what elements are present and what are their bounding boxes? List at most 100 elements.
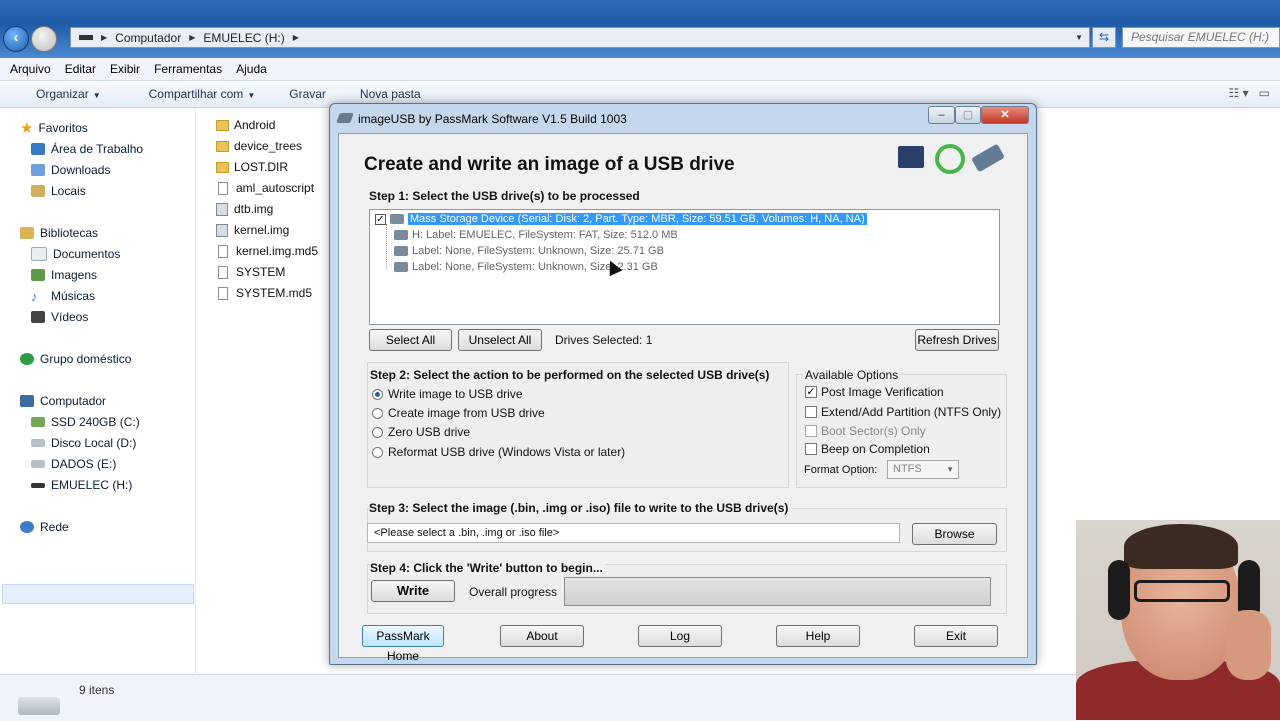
- nav-images[interactable]: Imagens: [31, 266, 97, 284]
- radio-button[interactable]: [372, 426, 383, 438]
- nav-downloads[interactable]: Downloads: [31, 161, 110, 179]
- item-count: 9 itens: [79, 683, 115, 697]
- forward-button[interactable]: [31, 26, 57, 52]
- new-folder-button[interactable]: Nova pasta: [360, 87, 421, 101]
- file-item[interactable]: LOST.DIR: [216, 158, 288, 176]
- checkbox-label: Boot Sector(s) Only: [821, 424, 926, 438]
- checkbox[interactable]: [805, 425, 817, 437]
- menu-exibir[interactable]: Exibir: [110, 62, 140, 76]
- nav-drive-h[interactable]: EMUELEC (H:): [31, 476, 132, 494]
- images-icon: [31, 269, 45, 281]
- folder-icon: [216, 140, 229, 152]
- tree-child-row[interactable]: Label: None, FileSystem: Unknown, Size: …: [394, 245, 664, 257]
- menu-arquivo[interactable]: Arquivo: [10, 62, 51, 76]
- help-button[interactable]: Help: [776, 625, 860, 647]
- computer-icon: [898, 146, 924, 168]
- partition-icon: [394, 230, 408, 240]
- nav-label: DADOS (E:): [51, 457, 117, 471]
- action-reformat-radio[interactable]: Reformat USB drive (Windows Vista or lat…: [372, 445, 625, 459]
- nav-videos[interactable]: Vídeos: [31, 308, 88, 326]
- share-button[interactable]: Compartilhar com ▼: [131, 87, 256, 101]
- action-write-radio[interactable]: Write image to USB drive: [372, 387, 523, 401]
- drive-checkbox[interactable]: ✓: [375, 213, 386, 225]
- breadcrumb-computer[interactable]: Computador: [115, 31, 181, 45]
- nav-network[interactable]: Rede: [20, 518, 69, 536]
- close-button[interactable]: ✕: [981, 106, 1029, 124]
- organize-button[interactable]: Organizar ▼: [18, 87, 101, 101]
- nav-places[interactable]: Locais: [31, 182, 86, 200]
- menu-editar[interactable]: Editar: [65, 62, 96, 76]
- nav-desktop[interactable]: Área de Trabalho: [31, 140, 143, 158]
- address-bar[interactable]: ▶ Computador ▶ EMUELEC (H:) ▶ ▼: [70, 27, 1090, 48]
- nav-documents[interactable]: Documentos: [31, 245, 120, 263]
- log-button[interactable]: Log: [638, 625, 722, 647]
- checkbox[interactable]: [805, 406, 817, 418]
- nav-computer[interactable]: Computador: [20, 392, 106, 410]
- minimize-button[interactable]: ‒: [928, 106, 955, 124]
- burn-button[interactable]: Gravar: [289, 87, 326, 101]
- nav-favorites[interactable]: ★ Favoritos: [20, 119, 88, 137]
- refresh-drives-button[interactable]: Refresh Drives: [915, 329, 999, 351]
- radio-button[interactable]: [372, 446, 383, 458]
- nav-libraries[interactable]: Bibliotecas: [20, 224, 98, 242]
- nav-music[interactable]: ♪ Músicas: [31, 287, 95, 305]
- about-button[interactable]: About: [500, 625, 584, 647]
- image-file-input[interactable]: <Please select a .bin, .img or .iso file…: [367, 523, 900, 543]
- computer-icon: [20, 395, 34, 407]
- exit-button[interactable]: Exit: [914, 625, 998, 647]
- format-option-select[interactable]: NTFS ▼: [887, 460, 959, 479]
- libraries-icon: [20, 227, 34, 239]
- nav-drive-c[interactable]: SSD 240GB (C:): [31, 413, 140, 431]
- breadcrumb-emuelec[interactable]: EMUELEC (H:): [203, 31, 284, 45]
- file-item[interactable]: Android: [216, 116, 275, 134]
- file-item[interactable]: SYSTEM: [216, 263, 285, 281]
- back-button[interactable]: ‹: [3, 26, 29, 52]
- usb-drive-icon: [971, 143, 1005, 173]
- post-verify-checkbox[interactable]: ✓ Post Image Verification: [805, 385, 944, 399]
- file-item[interactable]: aml_autoscript: [216, 179, 314, 197]
- file-item[interactable]: SYSTEM.md5: [216, 284, 312, 302]
- unselect-all-button[interactable]: Unselect All: [458, 329, 542, 351]
- radio-button[interactable]: [372, 388, 383, 400]
- radio-label: Zero USB drive: [388, 425, 471, 439]
- menu-ajuda[interactable]: Ajuda: [236, 62, 267, 76]
- folder-icon: [216, 119, 229, 131]
- file-item[interactable]: dtb.img: [216, 200, 273, 218]
- tree-child-row[interactable]: H: Label: EMUELEC, FileSystem: FAT, Size…: [394, 229, 678, 241]
- file-item[interactable]: device_trees: [216, 137, 302, 155]
- chevron-down-icon: ▼: [92, 91, 101, 100]
- imageusb-window: imageUSB by PassMark Software V1.5 Build…: [329, 103, 1037, 665]
- chevron-down-icon[interactable]: ▼: [1075, 33, 1083, 42]
- usb-drive-tree[interactable]: ✓ Mass Storage Device (Serial: Disk: 2, …: [369, 209, 1000, 325]
- nav-label: Rede: [40, 520, 69, 534]
- nav-homegroup[interactable]: Grupo doméstico: [20, 350, 131, 368]
- action-create-radio[interactable]: Create image from USB drive: [372, 406, 545, 420]
- format-option-label: Format Option:: [804, 464, 878, 476]
- view-options-icon[interactable]: ☷ ▾ ▭: [1229, 86, 1270, 100]
- nav-label: Locais: [51, 184, 86, 198]
- action-zero-radio[interactable]: Zero USB drive: [372, 425, 470, 439]
- checkbox[interactable]: ✓: [805, 386, 817, 398]
- nav-label: Músicas: [51, 289, 96, 303]
- radio-button[interactable]: [372, 407, 383, 419]
- nav-drive-d[interactable]: Disco Local (D:): [31, 434, 136, 452]
- passmark-home-button[interactable]: PassMark Home: [362, 625, 444, 663]
- checkbox-label: Post Image Verification: [821, 385, 944, 399]
- file-item[interactable]: kernel.img: [216, 221, 289, 239]
- refresh-button[interactable]: ⇆: [1092, 27, 1116, 48]
- checkbox[interactable]: [805, 443, 817, 455]
- file-item[interactable]: kernel.img.md5: [216, 242, 318, 260]
- boot-sector-checkbox[interactable]: Boot Sector(s) Only: [805, 424, 926, 438]
- select-all-button[interactable]: Select All: [369, 329, 452, 351]
- nav-drive-e[interactable]: DADOS (E:): [31, 455, 116, 473]
- beep-checkbox[interactable]: Beep on Completion: [805, 442, 930, 456]
- browse-button[interactable]: Browse: [912, 523, 997, 545]
- search-input[interactable]: Pesquisar EMUELEC (H:): [1122, 27, 1280, 48]
- extend-partition-checkbox[interactable]: Extend/Add Partition (NTFS Only): [805, 405, 1001, 419]
- write-button[interactable]: Write: [371, 580, 455, 602]
- menu-ferramentas[interactable]: Ferramentas: [154, 62, 222, 76]
- nav-label: Computador: [40, 394, 107, 408]
- maximize-button[interactable]: ▢: [955, 106, 981, 124]
- tree-root-row[interactable]: ✓ Mass Storage Device (Serial: Disk: 2, …: [375, 213, 867, 225]
- page-title: Create and write an image of a USB drive: [364, 154, 735, 175]
